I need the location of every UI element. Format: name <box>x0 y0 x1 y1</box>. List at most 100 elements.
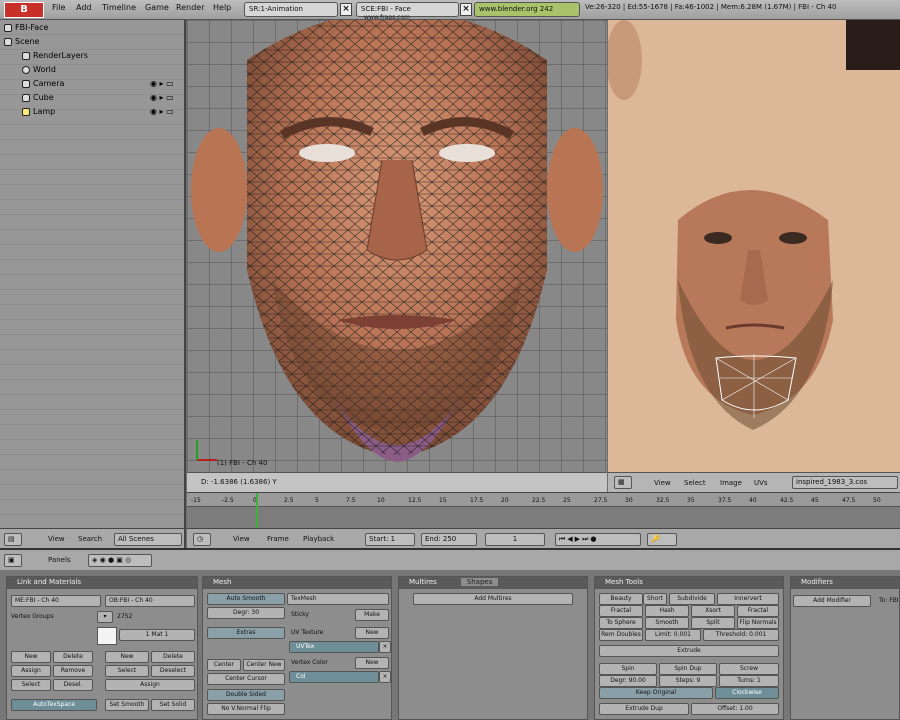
extrude-button[interactable]: Extrude <box>599 645 779 657</box>
outliner-row[interactable]: FBI-Face <box>4 23 48 32</box>
website-badge[interactable]: www.blender.org 242 <box>474 2 580 17</box>
center-button[interactable]: Center <box>207 659 241 671</box>
degr-field[interactable]: Degr: 30 <box>207 607 285 619</box>
end-frame-field[interactable]: End: 250 <box>421 533 477 546</box>
uv-texture-new-button[interactable]: New <box>355 627 389 639</box>
vgroup-new-button[interactable]: New <box>11 651 51 663</box>
autotexspace-toggle[interactable]: AutoTexSpace <box>11 699 97 711</box>
tool-button[interactable]: Fractal <box>599 605 643 617</box>
visibility-eye-icon[interactable]: ◉ ▸ ▭ <box>150 93 174 102</box>
clockwise-toggle[interactable]: Clockwise <box>715 687 779 699</box>
outliner-menu-search[interactable]: Search <box>78 535 102 543</box>
tool-button[interactable]: Xsort <box>691 605 735 617</box>
no-vnormal-flip-toggle[interactable]: No V.Normal Flip <box>207 703 285 715</box>
tool-button[interactable]: To Sphere <box>599 617 643 629</box>
steps-field[interactable]: Steps: 9 <box>659 675 717 687</box>
extrude-dup-button[interactable]: Extrude Dup <box>599 703 689 715</box>
current-frame-field[interactable]: 1 <box>485 533 545 546</box>
keep-original-toggle[interactable]: Keep Original <box>599 687 713 699</box>
vcol-delete-icon[interactable]: × <box>379 671 391 683</box>
3d-viewport[interactable]: (1) FBI - Ch 40 <box>187 20 607 472</box>
material-delete-button[interactable]: Delete <box>151 651 195 663</box>
set-smooth-button[interactable]: Set Smooth <box>105 699 149 711</box>
menu-help[interactable]: Help <box>213 3 231 12</box>
editor-type-icon[interactable]: ◷ <box>193 533 211 546</box>
tool-button[interactable]: Innervert <box>717 593 779 605</box>
texmesh-field[interactable]: TexMesh <box>287 593 389 605</box>
tool-button[interactable]: Flip Normals <box>737 617 779 629</box>
playback-controls[interactable]: ⏮◀▶⏭● <box>555 533 641 546</box>
double-sided-toggle[interactable]: Double Sided <box>207 689 285 701</box>
vgroup-remove-button[interactable]: Remove <box>53 665 93 677</box>
turns-field[interactable]: Turns: 1 <box>719 675 779 687</box>
blender-logo-icon[interactable]: B <box>4 2 44 18</box>
uv-menu-image[interactable]: Image <box>720 479 742 487</box>
auto-smooth-toggle[interactable]: Auto Smooth <box>207 593 285 605</box>
tool-button[interactable]: Rem Doubles <box>599 629 643 641</box>
menu-file[interactable]: File <box>52 3 65 12</box>
outliner-row[interactable]: RenderLayers <box>22 51 88 60</box>
timeline-menu-frame[interactable]: Frame <box>267 535 289 543</box>
vgroup-delete-button[interactable]: Delete <box>53 651 93 663</box>
spin-button[interactable]: Spin <box>599 663 657 675</box>
set-solid-button[interactable]: Set Solid <box>151 699 195 711</box>
vgroup-assign-button[interactable]: Assign <box>11 665 51 677</box>
tool-button[interactable]: Short <box>643 593 667 605</box>
outliner-row[interactable]: Cube ◉ ▸ ▭ <box>22 93 174 102</box>
outliner-row[interactable]: Lamp ◉ ▸ ▭ <box>22 107 174 116</box>
outliner-menu-view[interactable]: View <box>48 535 65 543</box>
menu-game[interactable]: Game <box>145 3 169 12</box>
timeline-menu-view[interactable]: View <box>233 535 250 543</box>
buttons-menu-panels[interactable]: Panels <box>48 556 71 564</box>
vertex-group-select[interactable]: ▾ <box>97 611 113 623</box>
timeline-menu-playback[interactable]: Playback <box>303 535 334 543</box>
vertex-color-new-button[interactable]: New <box>355 657 389 669</box>
editor-type-icon[interactable]: ▦ <box>614 476 632 489</box>
object-datablock-field[interactable]: OB:FBI - Ch 40 <box>105 595 195 607</box>
uv-menu-uvs[interactable]: UVs <box>754 479 768 487</box>
outliner-row[interactable]: World <box>22 65 56 74</box>
tool-button[interactable]: Subdivide <box>669 593 715 605</box>
outliner[interactable]: FBI-Face Scene RenderLayers World Camera… <box>0 20 186 528</box>
material-select-button[interactable]: Select <box>105 665 149 677</box>
uv-delete-icon[interactable]: × <box>379 641 391 653</box>
menu-add[interactable]: Add <box>76 3 92 12</box>
keyframe-icon[interactable]: 🔑 <box>647 533 677 546</box>
menu-render[interactable]: Render <box>176 3 204 12</box>
menu-timeline[interactable]: Timeline <box>102 3 136 12</box>
uv-texture-name[interactable]: UVTex <box>289 641 379 653</box>
tool-button[interactable]: Fractal <box>737 605 779 617</box>
image-name-field[interactable]: inspired_1983_3.cos <box>792 476 898 489</box>
context-buttons[interactable]: ◈ ◉ ● ▣ ◎ <box>88 554 152 567</box>
tool-button[interactable]: Smooth <box>645 617 689 629</box>
start-frame-field[interactable]: Start: 1 <box>365 533 415 546</box>
uv-menu-select[interactable]: Select <box>684 479 706 487</box>
material-index-field[interactable]: 1 Mat 1 <box>119 629 195 641</box>
tool-field[interactable]: Limit: 0.001 <box>645 629 701 641</box>
material-new-button[interactable]: New <box>105 651 149 663</box>
vertex-color-name[interactable]: Col <box>289 671 379 683</box>
screw-button[interactable]: Screw <box>719 663 779 675</box>
sticky-make-button[interactable]: Make <box>355 609 389 621</box>
uv-menu-view[interactable]: View <box>654 479 671 487</box>
timeline[interactable]: -15 -2.5 0 2.5 5 7.5 10 12.5 15 17.5 20 … <box>187 492 900 529</box>
material-assign-button[interactable]: Assign <box>105 679 195 691</box>
vgroup-deselect-button[interactable]: Desel. <box>53 679 93 691</box>
material-deselect-button[interactable]: Deselect <box>151 665 195 677</box>
visibility-eye-icon[interactable]: ◉ ▸ ▭ <box>150 79 174 88</box>
offset-field[interactable]: Offset: 1.00 <box>691 703 779 715</box>
tool-field[interactable]: Threshold: 0.001 <box>703 629 779 641</box>
vgroup-select-button[interactable]: Select <box>11 679 51 691</box>
tab-shapes[interactable]: Shapes <box>460 578 499 586</box>
degr-field[interactable]: Degr: 90.00 <box>599 675 657 687</box>
editor-type-icon[interactable]: ▤ <box>4 533 22 546</box>
extras-button[interactable]: Extras <box>207 627 285 639</box>
close-screen-icon[interactable]: × <box>340 3 352 16</box>
outliner-row[interactable]: Camera ◉ ▸ ▭ <box>22 79 174 88</box>
tool-button[interactable]: Beauty <box>599 593 643 605</box>
center-cursor-button[interactable]: Center Cursor <box>207 673 285 685</box>
uv-image-editor[interactable] <box>608 20 900 472</box>
mesh-datablock-field[interactable]: ME:FBI - Ch 40 <box>11 595 101 607</box>
add-modifier-button[interactable]: Add Modifier <box>793 595 871 607</box>
current-frame-marker[interactable] <box>256 493 258 529</box>
